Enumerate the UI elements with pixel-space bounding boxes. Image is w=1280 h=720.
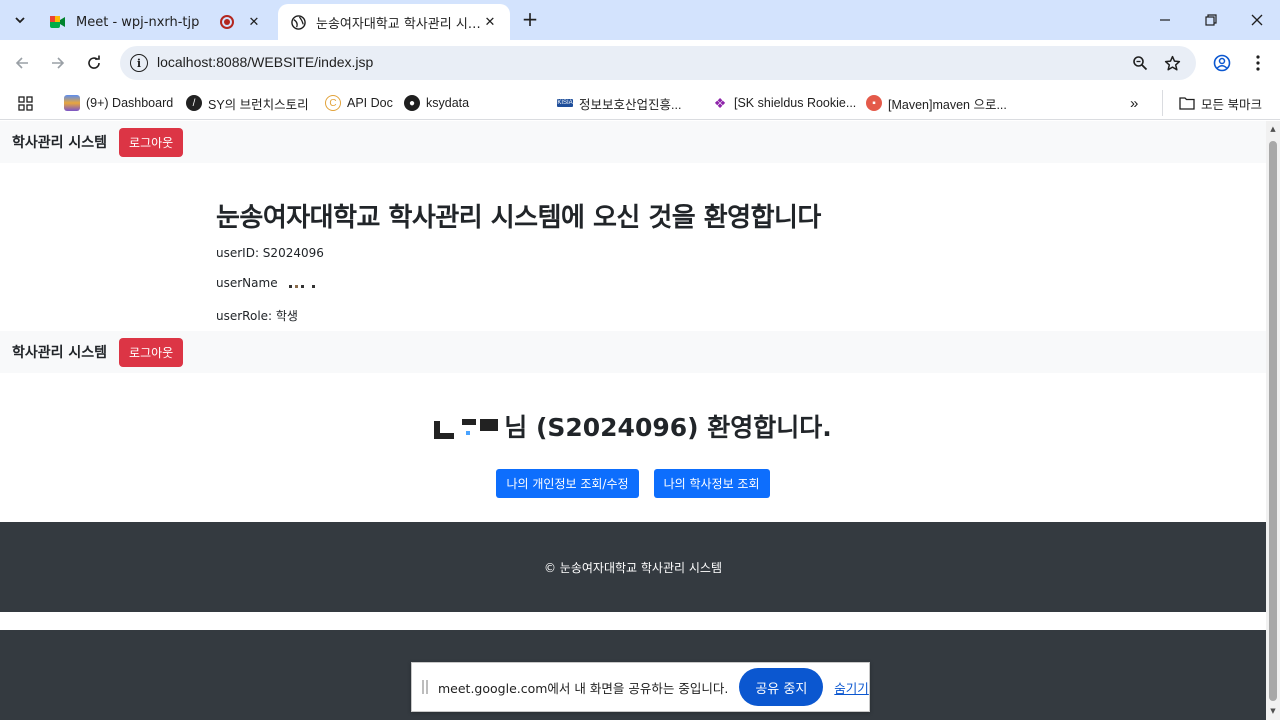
arrow-left-icon (15, 57, 28, 69)
address-bar[interactable]: i localhost:8088/WEBSITE/index.jsp (120, 46, 1196, 80)
all-bookmarks-button[interactable]: 모든 북마크 (1162, 90, 1262, 116)
welcome-heading: 눈송여자대학교 학사관리 시스템에 오신 것을 환영합니다 (216, 203, 821, 233)
site-info-icon[interactable]: i (130, 54, 148, 72)
bookmark-api-doc[interactable]: C API Doc (325, 92, 393, 114)
share-status-text: meet.google.com에서 내 화면을 공유하는 중입니다. (438, 680, 729, 696)
scroll-down-icon[interactable]: ▼ (1269, 707, 1277, 715)
browser-menu-button[interactable] (1246, 51, 1270, 75)
arrow-right-icon (52, 57, 65, 69)
double-chevron-right-icon: » (1130, 94, 1139, 112)
bookmark-ksydata[interactable]: ● ksydata (404, 92, 469, 114)
welcome-section: 눈송여자대학교 학사관리 시스템에 오신 것을 환영합니다 userID: S2… (216, 197, 821, 324)
tab-title: Meet - wpj-nxrh-tjp (76, 14, 200, 30)
user-name-line: userName (216, 276, 821, 291)
redacted-name-blocks (434, 417, 502, 441)
tab-title: 눈송여자대학교 학사관리 시스템 (316, 16, 482, 32)
top-navbar: 학사관리 시스템 로그아웃 (0, 121, 1266, 163)
academic-info-button[interactable]: 나의 학사정보 조회 (653, 469, 770, 498)
all-bookmarks-label: 모든 북마크 (1201, 97, 1262, 112)
profile-view-edit-button[interactable]: 나의 개인정보 조회/수정 (496, 469, 639, 498)
back-button[interactable] (10, 51, 34, 75)
logout-button[interactable]: 로그아웃 (119, 337, 184, 367)
forward-button[interactable] (46, 51, 70, 75)
bookmark-label: [SK shieldus Rookie... (734, 96, 857, 110)
bookmarks-bar: (9+) Dashboard / SY의 브런치스토리 C API Doc ● … (0, 86, 1280, 120)
kisia-icon: KISIA (557, 99, 573, 107)
more-bookmarks-button[interactable]: » (1130, 92, 1138, 114)
drag-handle-icon[interactable] (422, 680, 428, 694)
browser-tab-strip: Meet - wpj-nxrh-tjp ✕ 눈송여자대학교 학사관리 시스템 ✕… (0, 0, 1280, 40)
close-icon (1251, 14, 1263, 26)
user-id-line: userID: S2024096 (216, 246, 324, 260)
user-role-line: userRole: 학생 (216, 308, 298, 323)
bookmark-star-icon[interactable] (1162, 53, 1182, 73)
restore-icon (1205, 14, 1217, 26)
tab-academic-system[interactable]: 눈송여자대학교 학사관리 시스템 ✕ (278, 4, 510, 40)
footer-copyright: © 눈송여자대학교 학사관리 시스템 (543, 560, 722, 575)
bookmark-dashboard[interactable]: (9+) Dashboard (64, 92, 173, 114)
restore-button[interactable] (1188, 0, 1234, 40)
action-buttons: 나의 개인정보 조회/수정 나의 학사정보 조회 (0, 469, 1266, 498)
google-meet-icon (50, 14, 66, 30)
bookmark-label: ksydata (426, 96, 470, 110)
bookmark-kisia[interactable]: KISIA 정보보호산업진흥... (557, 92, 681, 114)
close-window-button[interactable] (1234, 0, 1280, 40)
page-viewport: 학사관리 시스템 로그아웃 눈송여자대학교 학사관리 시스템에 오신 것을 환영… (0, 121, 1266, 720)
close-tab-icon[interactable]: ✕ (246, 15, 262, 30)
apps-grid-icon (18, 95, 33, 111)
bookmark-brunch[interactable]: / SY의 브런치스토리 (186, 92, 309, 114)
brand-title[interactable]: 학사관리 시스템 (12, 132, 107, 152)
page-scrollbar[interactable]: ▲ ▼ (1266, 121, 1280, 720)
brand-title[interactable]: 학사관리 시스템 (12, 342, 107, 362)
bookmark-label: [Maven]maven 으로... (888, 97, 1007, 112)
paw-icon: ❖ (713, 94, 727, 111)
scroll-up-icon[interactable]: ▲ (1269, 125, 1277, 133)
dashboard-icon (64, 95, 80, 111)
bookmark-label: API Doc (347, 96, 393, 110)
scrollbar-thumb[interactable] (1269, 141, 1277, 701)
second-navbar: 학사관리 시스템 로그아웃 (0, 331, 1266, 373)
page-footer: © 눈송여자대학교 학사관리 시스템 (0, 522, 1266, 612)
logout-button[interactable]: 로그아웃 (119, 127, 184, 157)
reload-icon (88, 55, 100, 69)
stop-sharing-button[interactable]: 공유 중지 (739, 668, 824, 706)
globe-icon (290, 14, 306, 30)
tab-search-button[interactable] (8, 8, 32, 32)
bookmark-sk-shieldus[interactable]: ❖ [SK shieldus Rookie... (712, 92, 857, 114)
profile-button[interactable] (1210, 51, 1234, 75)
github-icon: ● (404, 95, 420, 111)
bookmark-label: SY의 브런치스토리 (208, 97, 309, 112)
screen-share-notification: meet.google.com에서 내 화면을 공유하는 중입니다. 공유 중지… (411, 662, 870, 712)
account-icon (1213, 54, 1231, 72)
hide-notification-link[interactable]: 숨기기 (834, 678, 869, 697)
greeting-heading: 님 (S2024096) 환영합니다. (0, 408, 1266, 444)
new-tab-button[interactable]: + (518, 8, 542, 32)
user-name-label: userName (216, 276, 278, 290)
bookmark-maven[interactable]: ▪ [Maven]maven 으로... (866, 92, 1007, 114)
greeting-text: 님 (S2024096) 환영합니다. (504, 413, 832, 442)
api-doc-icon: C (325, 95, 341, 111)
chevron-down-icon (15, 17, 25, 24)
zoom-icon[interactable] (1130, 53, 1150, 73)
brunch-icon: / (186, 95, 202, 111)
more-vertical-icon (1256, 55, 1260, 71)
minimize-button[interactable] (1142, 0, 1188, 40)
browser-toolbar: i localhost:8088/WEBSITE/index.jsp (0, 40, 1280, 86)
folder-icon (1179, 97, 1195, 110)
bookmark-label: 정보보호산업진흥... (579, 97, 682, 112)
velog-icon: ▪ (866, 95, 882, 111)
bookmark-label: (9+) Dashboard (86, 96, 174, 110)
tab-meet[interactable]: Meet - wpj-nxrh-tjp ✕ (38, 4, 274, 40)
apps-button[interactable] (18, 92, 33, 114)
close-tab-icon[interactable]: ✕ (482, 15, 498, 30)
redacted-user-name (289, 277, 318, 291)
address-url[interactable]: localhost:8088/WEBSITE/index.jsp (157, 54, 373, 70)
recording-icon (220, 15, 234, 29)
minimize-icon (1160, 19, 1170, 21)
reload-button[interactable] (82, 51, 106, 75)
